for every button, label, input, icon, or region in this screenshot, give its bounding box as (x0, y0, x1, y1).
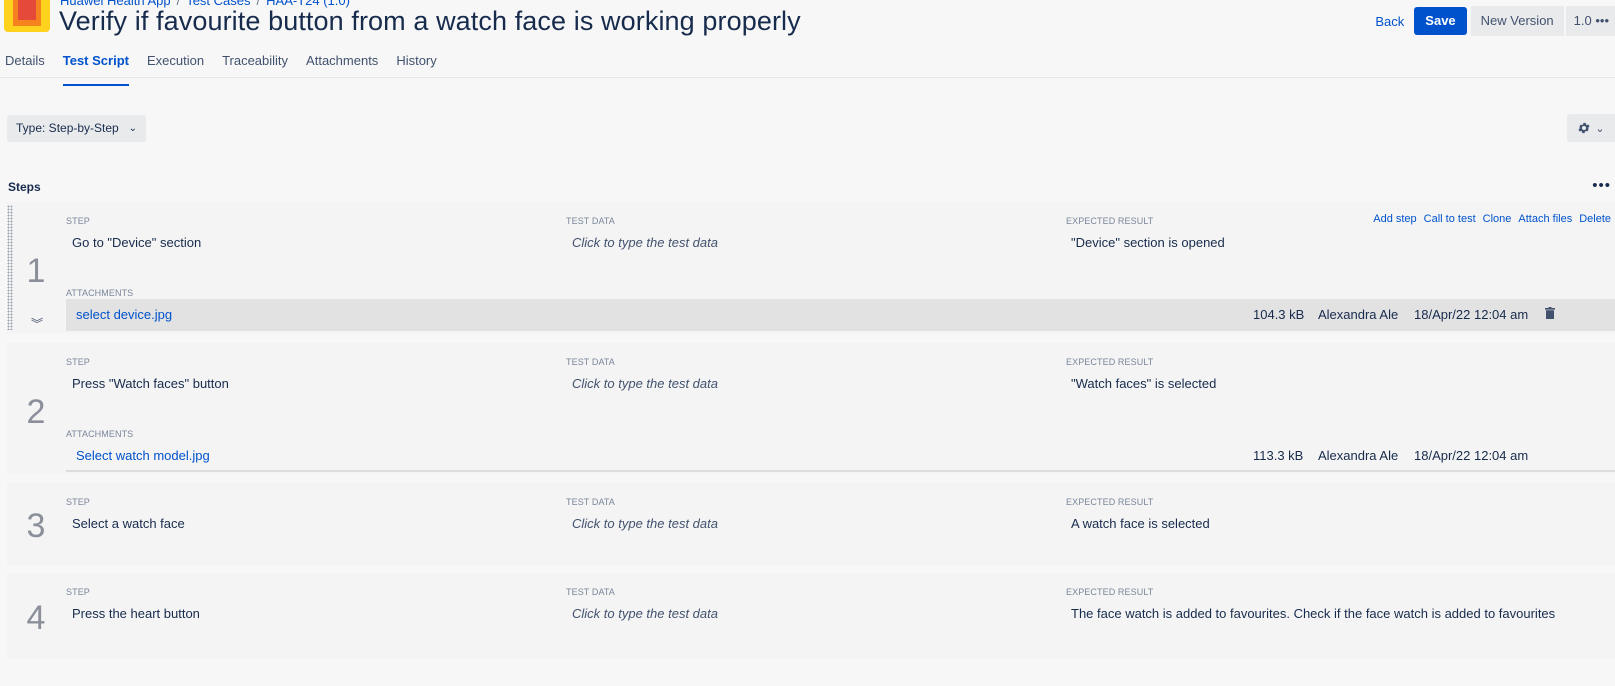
step-column-label: STEP (66, 216, 90, 226)
step-row: 3 STEP TEST DATA EXPECTED RESULT Select … (7, 483, 1615, 565)
tab-execution[interactable]: Execution (147, 53, 204, 84)
test-data-field[interactable]: Click to type the test data (572, 516, 718, 531)
step-column-label: STEP (66, 587, 90, 597)
test-data-field[interactable]: Click to type the test data (572, 235, 718, 250)
tab-details[interactable]: Details (5, 53, 45, 84)
add-step-link[interactable]: Add step (1373, 213, 1416, 225)
attachment-date: 18/Apr/22 12:04 am (1414, 307, 1529, 322)
expected-result-column-label: EXPECTED RESULT (1066, 357, 1154, 367)
test-data-field[interactable]: Click to type the test data (572, 606, 718, 621)
test-data-column-label: TEST DATA (566, 497, 615, 507)
tab-history[interactable]: History (396, 53, 436, 84)
new-version-button[interactable]: New Version (1470, 6, 1564, 36)
step-row: 4 STEP TEST DATA EXPECTED RESULT Press t… (7, 573, 1615, 659)
attachment-row: Select watch model.jpg 113.3 kB Alexandr… (66, 440, 1615, 472)
back-link[interactable]: Back (1375, 14, 1404, 29)
expected-result[interactable]: A watch face is selected (1071, 516, 1210, 531)
settings-menu-button[interactable]: ⌄ (1567, 114, 1615, 142)
steps-heading: Steps (8, 180, 41, 194)
attachment-name[interactable]: select device.jpg (76, 307, 172, 322)
script-type-label: Type: Step-by-Step (16, 121, 119, 135)
attachment-size: 104.3 kB (1253, 307, 1305, 322)
step-actions: Add step Call to test Clone Attach files… (1373, 213, 1611, 225)
attachment-date: 18/Apr/22 12:04 am (1414, 448, 1529, 463)
step-description[interactable]: Press "Watch faces" button (72, 376, 229, 391)
attachment-size: 113.3 kB (1253, 448, 1304, 463)
expected-result-column-label: EXPECTED RESULT (1066, 587, 1154, 597)
save-button[interactable]: Save (1414, 7, 1467, 35)
expected-result[interactable]: "Watch faces" is selected (1071, 376, 1216, 391)
delete-link[interactable]: Delete (1579, 213, 1611, 225)
step-number: 1 (26, 252, 46, 290)
expected-result[interactable]: "Device" section is opened (1071, 235, 1225, 250)
gear-icon (1578, 122, 1590, 134)
script-type-select[interactable]: Type: Step-by-Step ⌄ (7, 115, 146, 142)
tab-divider (0, 77, 1615, 78)
step-number: 3 (26, 507, 46, 545)
chevron-down-icon: ⌄ (1595, 122, 1605, 135)
tab-traceability[interactable]: Traceability (222, 53, 288, 84)
step-number: 4 (26, 599, 46, 637)
step-number: 2 (26, 393, 46, 431)
call-to-test-link[interactable]: Call to test (1424, 213, 1476, 225)
chevron-down-icon: ⌄ (128, 123, 137, 134)
test-data-field[interactable]: Click to type the test data (572, 376, 718, 391)
step-description[interactable]: Press the heart button (72, 606, 200, 621)
attachments-label: ATTACHMENTS (66, 429, 134, 439)
tab-test-script[interactable]: Test Script (62, 53, 129, 86)
steps-more-icon[interactable]: ••• (1592, 177, 1611, 194)
test-data-column-label: TEST DATA (566, 216, 615, 226)
attachment-name[interactable]: Select watch model.jpg (76, 448, 210, 463)
step-description[interactable]: Select a watch face (72, 516, 185, 531)
trash-icon[interactable] (1545, 307, 1555, 319)
clone-link[interactable]: Clone (1483, 213, 1512, 225)
step-row: 1 ︾ STEP TEST DATA EXPECTED RESULT Add s… (7, 202, 1615, 333)
attachments-label: ATTACHMENTS (66, 288, 134, 298)
step-column-label: STEP (66, 357, 90, 367)
expected-result[interactable]: The face watch is added to favourites. C… (1071, 606, 1555, 621)
test-data-column-label: TEST DATA (566, 357, 615, 367)
attachment-row: select device.jpg 104.3 kB Alexandra Ale… (66, 299, 1615, 331)
expected-result-column-label: EXPECTED RESULT (1066, 497, 1154, 507)
test-data-column-label: TEST DATA (566, 587, 615, 597)
expected-result-column-label: EXPECTED RESULT (1066, 216, 1154, 226)
step-row: 2 STEP TEST DATA EXPECTED RESULT Press "… (7, 343, 1615, 474)
collapse-chevron-icon[interactable]: ︾ (31, 315, 43, 332)
step-description[interactable]: Go to "Device" section (72, 235, 201, 250)
step-column-label: STEP (66, 497, 90, 507)
project-logo-icon (4, 0, 50, 32)
drag-handle[interactable] (7, 205, 13, 330)
tab-bar: Details Test Script Execution Traceabili… (0, 46, 446, 86)
version-menu-button[interactable]: 1.0 ••• (1565, 6, 1615, 36)
tab-attachments[interactable]: Attachments (306, 53, 378, 84)
page-title: Verify if favourite button from a watch … (59, 6, 801, 36)
attachment-user: Alexandra Ale (1318, 448, 1399, 463)
attach-files-link[interactable]: Attach files (1518, 213, 1572, 225)
header-actions: Back Save New Version 1.0 ••• (1375, 6, 1615, 36)
attachment-user: Alexandra Ale (1318, 307, 1399, 322)
